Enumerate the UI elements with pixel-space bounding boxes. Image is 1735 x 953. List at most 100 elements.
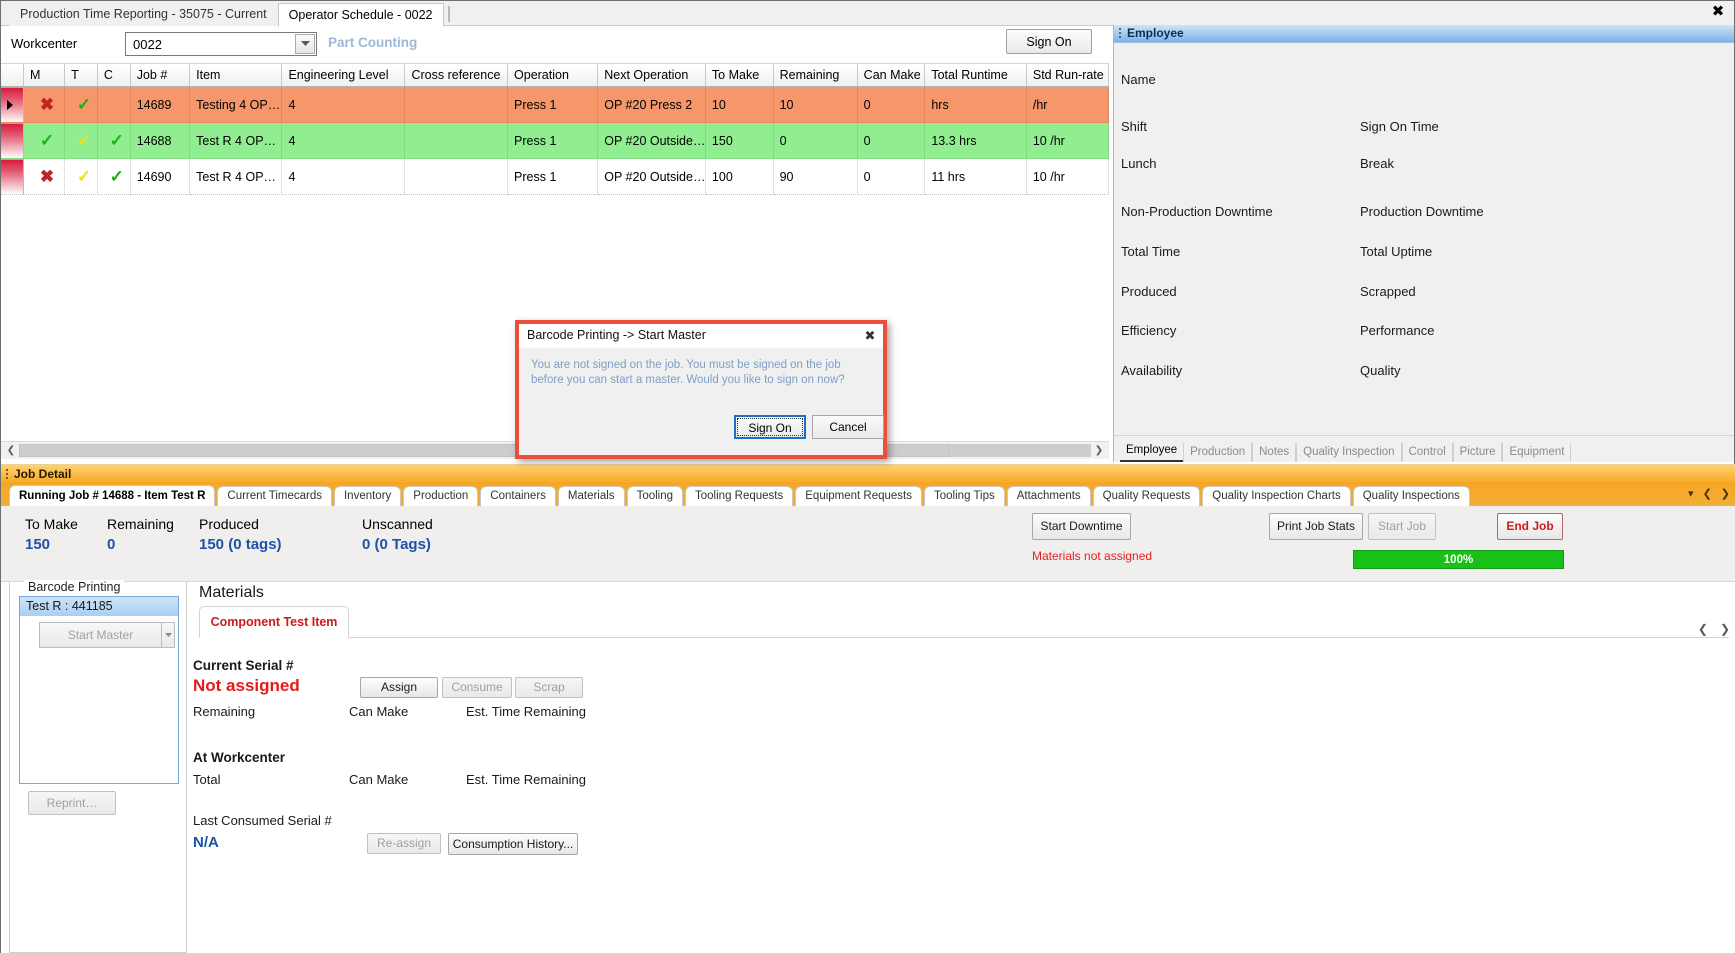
window-close-icon[interactable]: ✖ — [1708, 3, 1728, 21]
summary-remaining: Remaining 0 — [107, 516, 174, 553]
tab-notes[interactable]: Notes — [1252, 443, 1297, 462]
col-std-run-rate[interactable]: Std Run-rate — [1026, 64, 1109, 87]
row-selector[interactable] — [1, 122, 25, 159]
cell-t: ✓ — [64, 158, 98, 195]
col-job[interactable]: Job # — [130, 64, 191, 87]
cell-c — [97, 86, 131, 123]
start-job-button[interactable]: Start Job — [1368, 513, 1436, 540]
tab-tooling[interactable]: Tooling — [626, 486, 684, 506]
summary-unscanned-value: 0 (0 Tags) — [362, 536, 431, 553]
end-job-button[interactable]: End Job — [1497, 513, 1563, 540]
dialog-message: You are not signed on the job. You must … — [531, 359, 845, 386]
est-time-remaining-label-2: Est. Time Remaining — [466, 772, 586, 787]
tab-quality-inspection-charts[interactable]: Quality Inspection Charts — [1202, 486, 1351, 506]
cell-std-run-rate: /hr — [1026, 86, 1109, 123]
employee-panel-tabs: Employee Production Notes Quality Inspec… — [1114, 435, 1734, 462]
cell-next-operation: OP #20 Outside… — [597, 158, 706, 195]
tab-menu-icon[interactable]: ▾ — [1688, 487, 1694, 500]
consume-button[interactable]: Consume — [442, 677, 512, 698]
start-master-button[interactable]: Start Master — [39, 622, 161, 648]
tab-component-test-item[interactable]: Component Test Item — [199, 606, 349, 638]
table-row[interactable]: ✖ ✓ 14689 Testing 4 OP… 4 Press 1 OP #20… — [1, 86, 1109, 123]
label-name: Name — [1121, 72, 1156, 87]
scroll-right-icon[interactable]: ❯ — [1092, 444, 1106, 457]
tab-employee[interactable]: Employee — [1120, 441, 1184, 462]
tab-inventory[interactable]: Inventory — [333, 486, 402, 506]
col-to-make[interactable]: To Make — [705, 64, 774, 87]
scroll-left-icon[interactable]: ❮ — [4, 444, 18, 457]
tab-quality-inspections[interactable]: Quality Inspections — [1352, 486, 1470, 506]
label-total-time: Total Time — [1121, 244, 1181, 259]
cell-c: ✓ — [97, 158, 131, 195]
row-selector[interactable] — [1, 86, 25, 123]
re-assign-button[interactable]: Re-assign — [367, 833, 441, 854]
consumption-history-button[interactable]: Consumption History... — [448, 833, 578, 855]
cell-std-run-rate: 10 /hr — [1026, 158, 1109, 195]
col-total-runtime[interactable]: Total Runtime — [924, 64, 1027, 87]
table-row[interactable]: ✖ ✓ ✓ 14690 Test R 4 OP… 4 Press 1 OP #2… — [1, 158, 1109, 195]
drag-grip-icon — [1119, 28, 1121, 40]
tab-equipment[interactable]: Equipment — [1502, 443, 1572, 462]
chevron-down-icon[interactable] — [295, 34, 315, 54]
start-master-split-button[interactable]: Start Master — [39, 622, 175, 648]
materials-prev-icon[interactable]: ❮ — [1698, 622, 1708, 636]
col-m[interactable]: M — [23, 64, 66, 87]
tab-prev-icon[interactable]: ❮ — [1703, 487, 1712, 500]
table-row[interactable]: ✓ ✓ ✓ 14688 Test R 4 OP… 4 Press 1 OP #2… — [1, 122, 1109, 159]
col-c[interactable]: C — [97, 64, 131, 87]
cell-m: ✖ — [23, 158, 66, 195]
col-engineering-level[interactable]: Engineering Level — [281, 64, 406, 87]
materials-next-icon[interactable]: ❯ — [1720, 622, 1730, 636]
tab-containers[interactable]: Containers — [480, 486, 556, 506]
col-can-make[interactable]: Can Make — [857, 64, 926, 87]
application-window: Production Time Reporting - 35075 - Curr… — [0, 0, 1735, 953]
col-operation[interactable]: Operation — [507, 64, 599, 87]
tab-control[interactable]: Control — [1401, 443, 1453, 462]
tab-production[interactable]: Production — [1183, 443, 1253, 462]
assign-button[interactable]: Assign — [360, 677, 438, 698]
job-detail-title: Job Detail — [14, 467, 72, 481]
tab-attachments[interactable]: Attachments — [1006, 486, 1091, 506]
last-consumed-serial-value: N/A — [193, 834, 219, 851]
scrap-button[interactable]: Scrap — [515, 677, 583, 698]
tab-equipment-requests[interactable]: Equipment Requests — [795, 486, 923, 506]
print-job-stats-button[interactable]: Print Job Stats — [1269, 513, 1363, 540]
col-cross-reference[interactable]: Cross reference — [404, 64, 509, 87]
tab-quality-inspection[interactable]: Quality Inspection — [1296, 443, 1402, 462]
dialog-titlebar: Barcode Printing -> Start Master ✖ — [519, 324, 883, 348]
x-icon: ✖ — [39, 167, 55, 186]
list-item[interactable]: Test R : 441185 — [20, 597, 178, 616]
last-consumed-serial-label: Last Consumed Serial # — [193, 813, 332, 828]
chevron-down-icon[interactable] — [161, 622, 175, 648]
row-selector[interactable] — [1, 158, 25, 195]
top-tab-operator-schedule[interactable]: Operator Schedule - 0022 — [277, 3, 444, 27]
col-remaining[interactable]: Remaining — [773, 64, 858, 87]
dialog-title: Barcode Printing -> Start Master — [527, 328, 706, 342]
top-tab-production-time-reporting[interactable]: Production Time Reporting - 35075 - Curr… — [9, 2, 278, 26]
tab-picture[interactable]: Picture — [1452, 443, 1503, 462]
cell-job: 14689 — [130, 86, 191, 123]
tab-tooling-requests[interactable]: Tooling Requests — [685, 486, 794, 506]
col-next-operation[interactable]: Next Operation — [597, 64, 706, 87]
cell-to-make: 10 — [705, 86, 774, 123]
label-shift: Shift — [1121, 119, 1148, 134]
reprint-button[interactable]: Reprint… — [28, 791, 116, 815]
col-t[interactable]: T — [64, 64, 98, 87]
tab-materials[interactable]: Materials — [557, 486, 625, 506]
sign-on-button[interactable]: Sign On — [1006, 29, 1092, 54]
current-serial-value: Not assigned — [193, 676, 300, 695]
tab-current-timecards[interactable]: Current Timecards — [217, 486, 332, 506]
tab-next-icon[interactable]: ❯ — [1721, 487, 1730, 500]
start-downtime-button[interactable]: Start Downtime — [1032, 513, 1131, 540]
dialog-sign-on-button[interactable]: Sign On — [734, 415, 806, 439]
dialog-cancel-button[interactable]: Cancel — [812, 415, 884, 439]
tab-quality-requests[interactable]: Quality Requests — [1092, 486, 1201, 506]
dialog-close-icon[interactable]: ✖ — [861, 327, 879, 344]
tab-tooling-tips[interactable]: Tooling Tips — [924, 486, 1005, 506]
tab-production[interactable]: Production — [403, 486, 479, 506]
workcenter-select[interactable]: 0022 — [125, 32, 317, 56]
tab-running-job[interactable]: Running Job # 14688 - Item Test R — [9, 485, 216, 506]
col-item[interactable]: Item — [189, 64, 283, 87]
cell-std-run-rate: 10 /hr — [1026, 122, 1109, 159]
barcode-printing-legend: Barcode Printing — [24, 580, 125, 594]
